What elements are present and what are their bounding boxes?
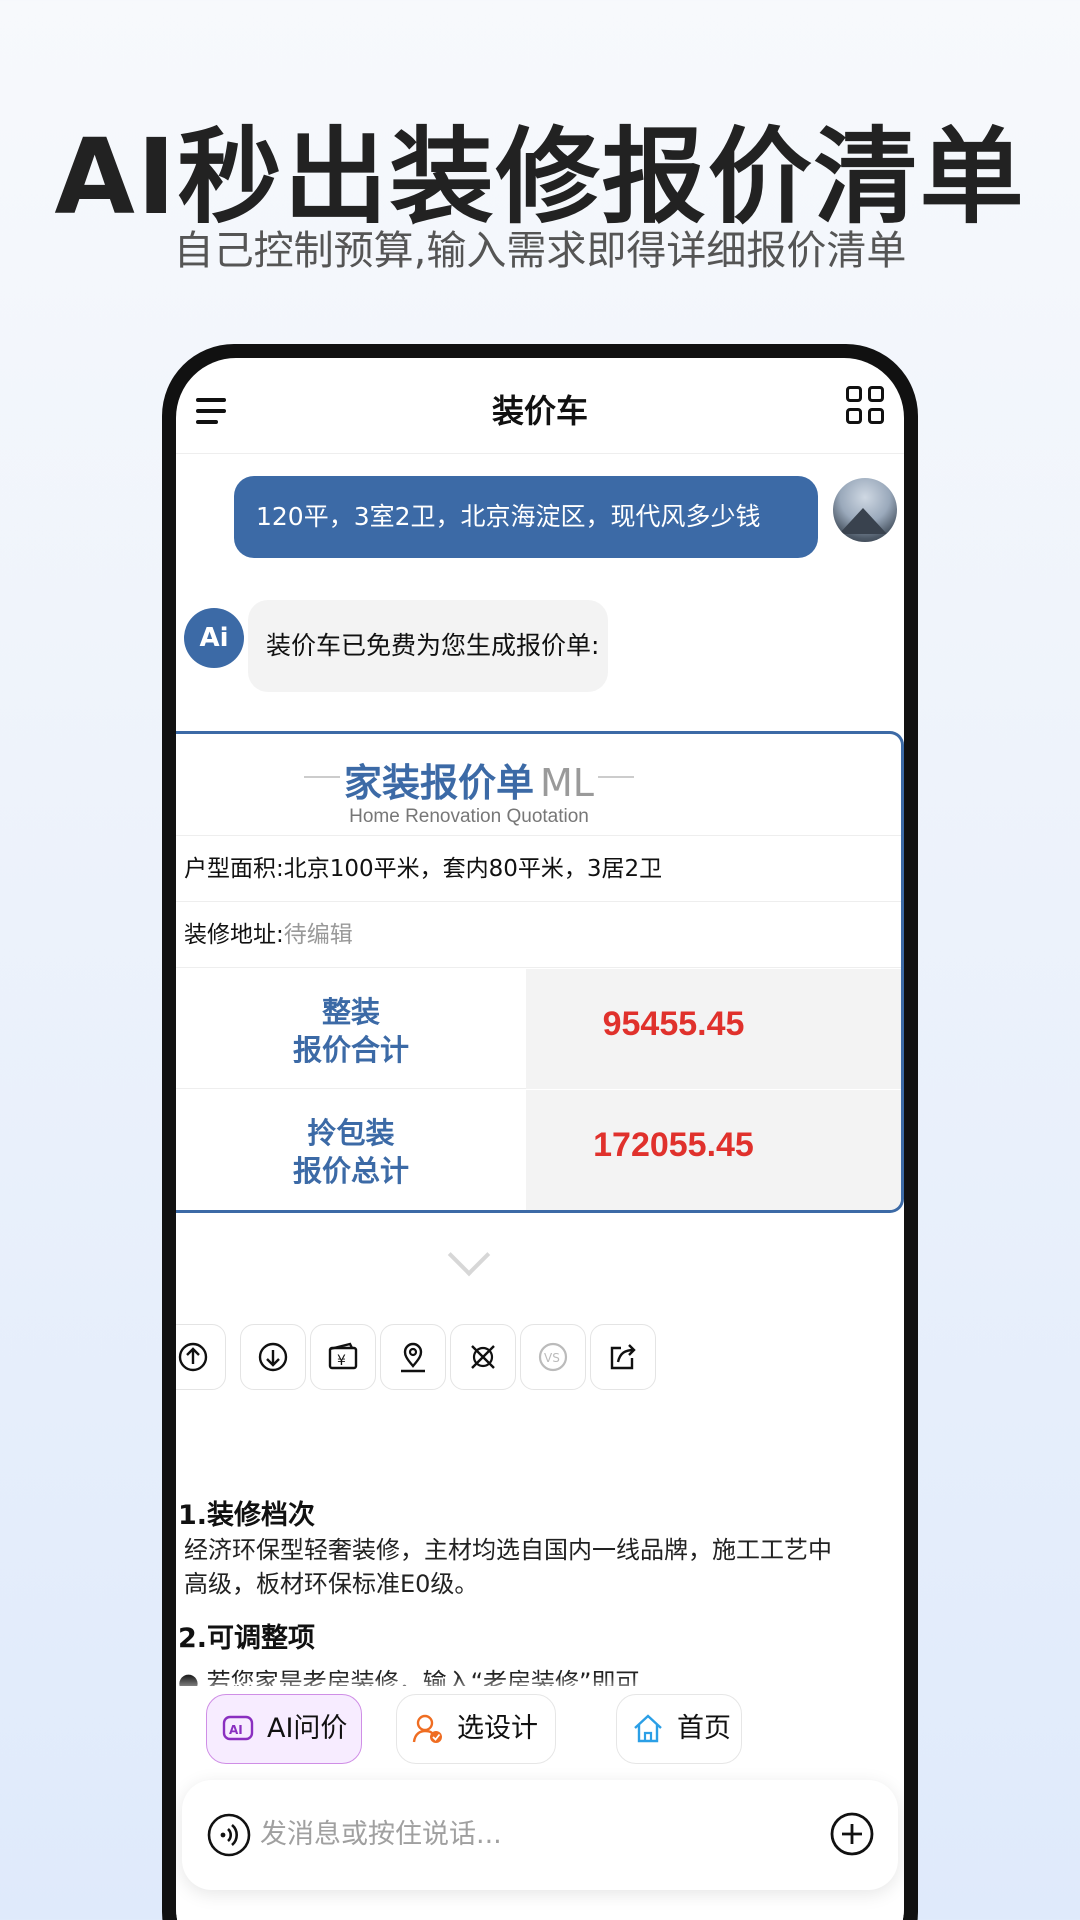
tools-button[interactable] xyxy=(450,1324,516,1390)
page-title: 装价车 xyxy=(491,392,588,430)
top-nav-bar: 装价车 xyxy=(176,358,904,454)
location-icon xyxy=(401,1342,425,1373)
price-label: 整装 报价合计 xyxy=(292,995,409,1067)
expand-chevron-icon[interactable] xyxy=(447,1233,491,1277)
phone-frame: 装价车 120平，3室2卫，北京海淀区，现代风多少钱 Ai 装价车已免费为您生成… xyxy=(162,344,918,1920)
svg-text:AI: AI xyxy=(229,1723,243,1737)
price-value: 172055.45 xyxy=(593,1126,754,1164)
choose-designer-chip[interactable]: 选设计师 xyxy=(396,1694,556,1811)
price-row-furnished: 拎包装 报价总计 172055.45 xyxy=(176,1090,901,1210)
quotation-title: 家装报价单 ML xyxy=(176,752,762,807)
wallet-icon: ¥ xyxy=(328,1342,358,1370)
download-button[interactable] xyxy=(240,1324,306,1390)
action-toolbar: ¥ VS xyxy=(176,1324,904,1394)
price-row-full: 整装 报价合计 95455.45 xyxy=(176,969,901,1089)
chip-label: 首页 xyxy=(677,1713,731,1744)
home-chip[interactable]: 首页 xyxy=(616,1694,742,1764)
bot-avatar: Ai xyxy=(184,608,244,668)
quotation-title-suffix: ML xyxy=(540,761,594,805)
wallet-button[interactable]: ¥ xyxy=(310,1324,376,1390)
apps-grid-icon[interactable] xyxy=(846,386,886,426)
svg-text:¥: ¥ xyxy=(337,1353,346,1369)
vs-icon: VS xyxy=(538,1342,568,1372)
share-button[interactable] xyxy=(590,1324,656,1390)
upload-icon xyxy=(178,1342,208,1372)
svg-text:VS: VS xyxy=(544,1351,560,1365)
hero-subline: 自己控制预算,输入需求即得详细报价清单 xyxy=(173,228,907,274)
phone-screen: 装价车 120平，3室2卫，北京海淀区，现代风多少钱 Ai 装价车已免费为您生成… xyxy=(176,358,904,1920)
user-avatar[interactable] xyxy=(833,478,897,542)
compare-button[interactable]: VS xyxy=(520,1324,586,1390)
address-value[interactable]: 待编辑 xyxy=(284,922,353,948)
upload-button[interactable] xyxy=(176,1324,226,1390)
chip-label: AI问价 xyxy=(267,1713,348,1744)
address-label: 装修地址: xyxy=(184,922,284,948)
quotation-subtitle: Home Renovation Quotation xyxy=(349,806,589,827)
area-info-row: 户型面积:北京100平米，套内80平米，3居2卫 xyxy=(176,836,901,902)
share-icon xyxy=(610,1344,636,1370)
section-title: 2.可调整项 xyxy=(178,1623,316,1654)
section-text: 经济环保型轻奢装修，主材均选自国内一线品牌，施工工艺中 高级，板材环保标准E0级… xyxy=(184,1536,832,1598)
location-button[interactable] xyxy=(380,1324,446,1390)
address-row[interactable]: 装修地址:待编辑 xyxy=(176,902,901,968)
home-icon xyxy=(634,1714,662,1743)
message-input[interactable]: 发消息或按住说话... xyxy=(260,1780,502,1890)
voice-icon[interactable] xyxy=(206,1812,252,1858)
section-title: 1.装修档次 xyxy=(178,1500,316,1531)
tools-icon xyxy=(471,1345,495,1369)
plus-icon[interactable] xyxy=(828,1810,876,1858)
quotation-title-text: 家装报价单 xyxy=(344,761,535,805)
price-label: 拎包装 报价总计 xyxy=(292,1116,409,1188)
designer-icon xyxy=(412,1714,442,1743)
message-input-bar[interactable]: 发消息或按住说话... xyxy=(182,1780,898,1890)
user-message-bubble: 120平，3室2卫，北京海淀区，现代风多少钱 xyxy=(234,476,818,558)
download-icon xyxy=(258,1342,288,1372)
bot-message-bubble: 装价车已免费为您生成报价单: xyxy=(248,600,608,692)
ai-chat-icon: AI xyxy=(222,1715,254,1741)
quotation-header: 家装报价单 ML Home Renovation Quotation xyxy=(176,734,901,836)
quotation-card[interactable]: 家装报价单 ML Home Renovation Quotation 户型面积:北… xyxy=(176,731,904,1213)
ai-quote-chip[interactable]: AI AI问价 xyxy=(206,1694,362,1764)
price-value: 95455.45 xyxy=(602,1005,745,1043)
